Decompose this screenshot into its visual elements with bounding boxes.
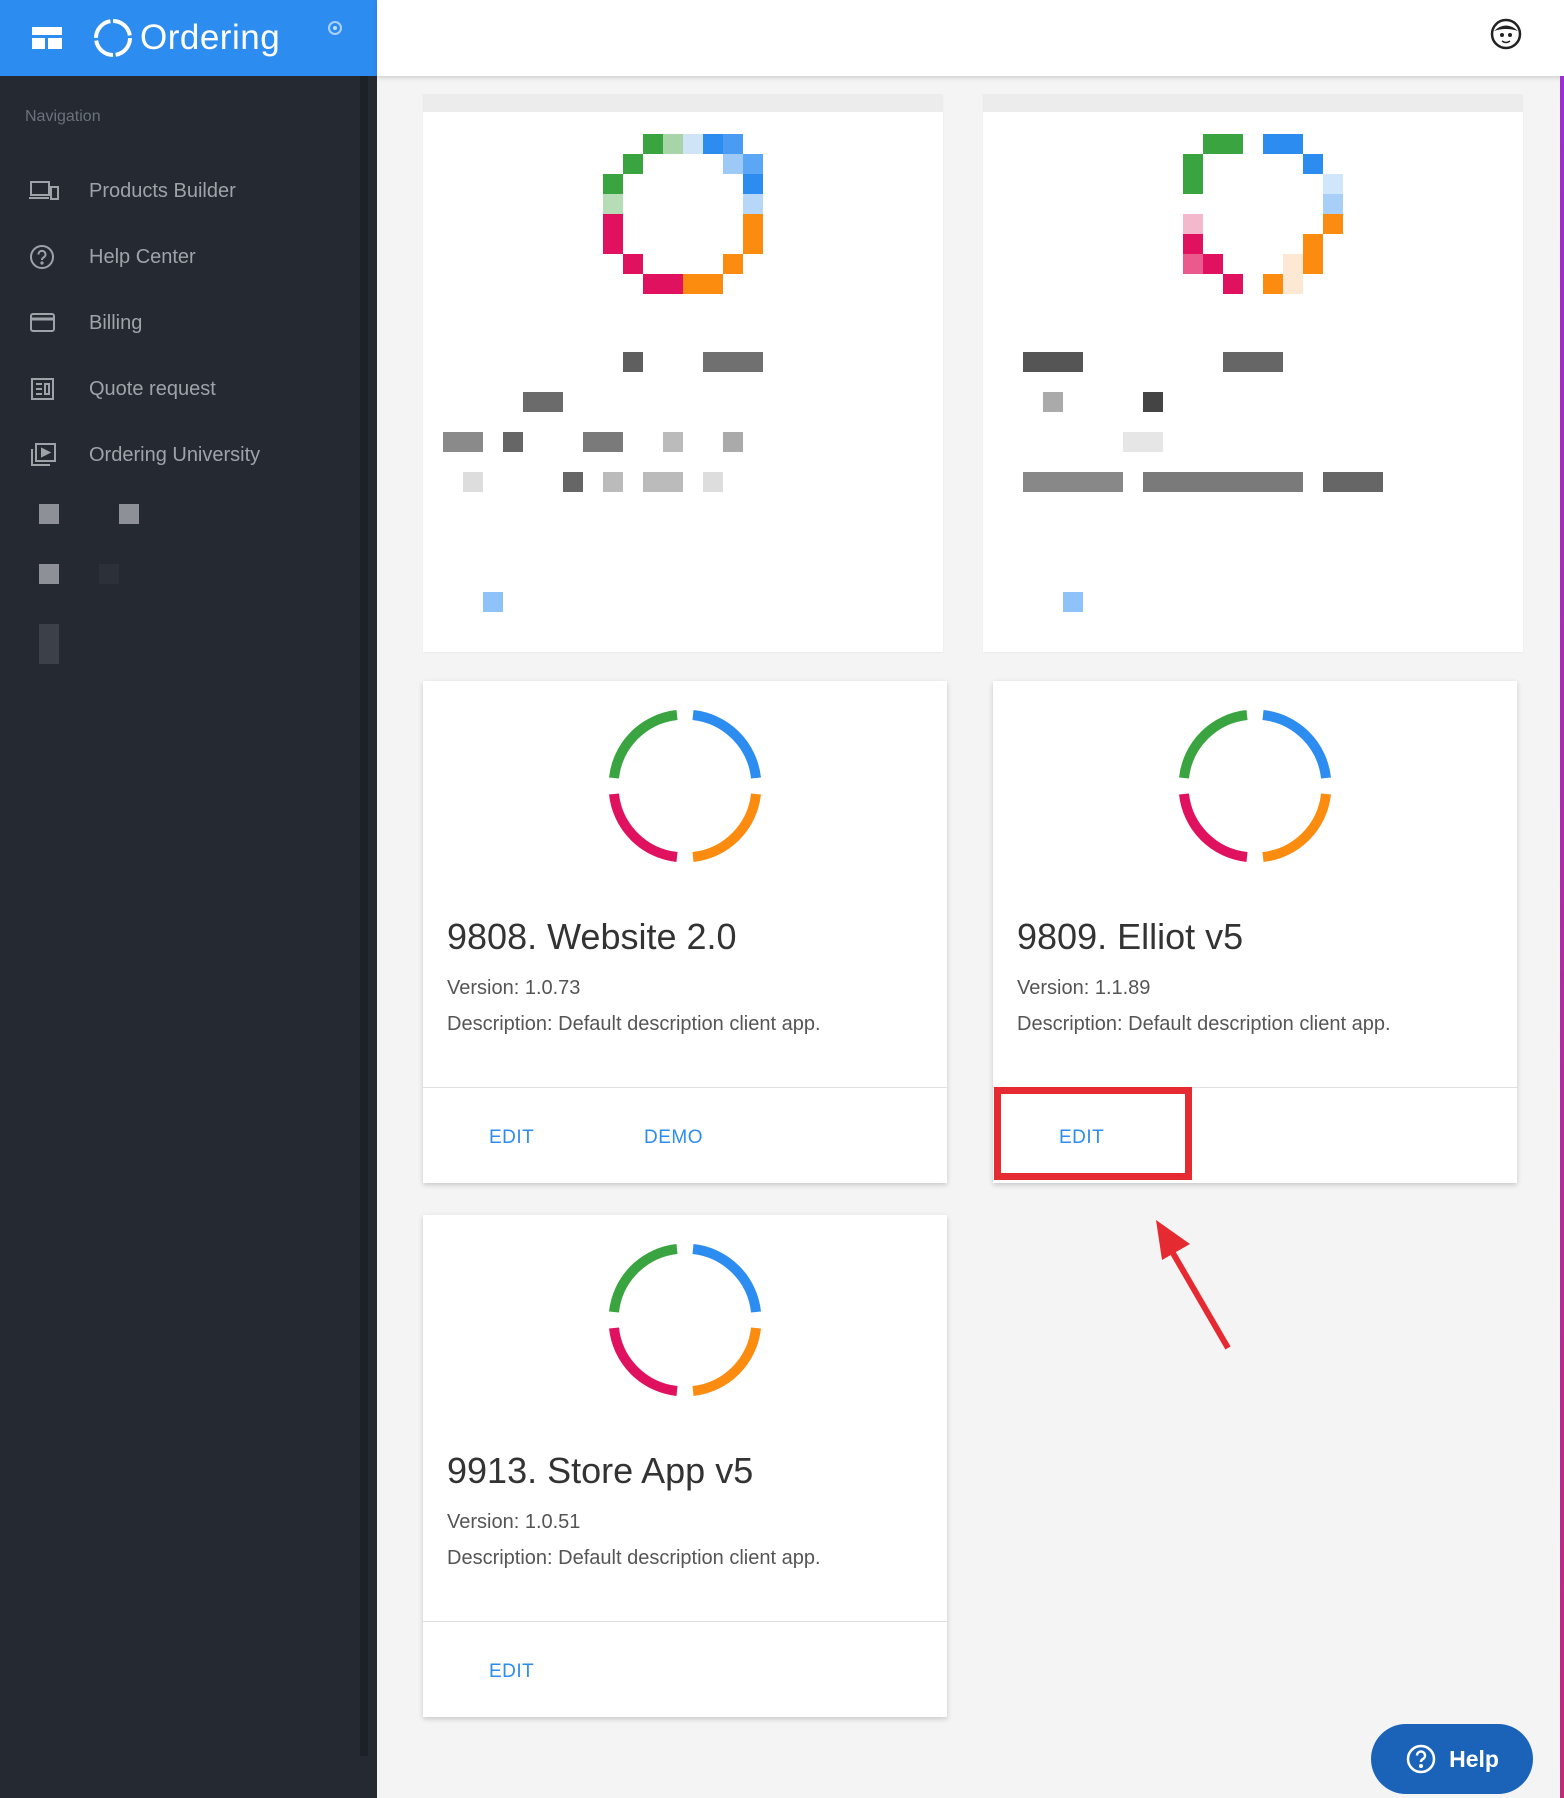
window-edge	[1560, 76, 1564, 1798]
sidebar-scrollbar[interactable]	[360, 76, 368, 1756]
devices-icon	[29, 181, 59, 200]
video-library-icon	[31, 443, 56, 466]
edit-button[interactable]: EDIT	[489, 1127, 534, 1149]
topbar	[377, 0, 1564, 76]
sidebar-item-label: Billing	[89, 311, 143, 334]
redacted-block	[39, 564, 59, 584]
app-title: 9808. Website 2.0	[447, 916, 737, 957]
help-button-label: Help	[1449, 1745, 1499, 1772]
redacted-block	[39, 624, 59, 664]
ordering-app-logo-icon	[609, 710, 761, 862]
redacted-app-card	[423, 94, 943, 652]
nav-heading: Navigation	[25, 108, 101, 125]
help-circle-icon	[30, 245, 54, 269]
pixelated-logo-icon	[1183, 134, 1343, 294]
app-description: Description: Default description client …	[1017, 1013, 1391, 1035]
app-description: Description: Default description client …	[447, 1013, 821, 1035]
app-description: Description: Default description client …	[447, 1547, 821, 1569]
edit-button[interactable]: EDIT	[489, 1661, 534, 1683]
brand-bar: Ordering	[0, 0, 377, 76]
ordering-app-logo-icon	[1179, 710, 1331, 862]
app-title: 9913. Store App v5	[447, 1450, 754, 1491]
redacted-app-card	[983, 94, 1523, 652]
dashboard-icon[interactable]	[32, 27, 62, 49]
status-dot-icon	[328, 21, 342, 35]
redacted-block	[99, 564, 119, 584]
sidebar-item-quote-request[interactable]: Quote request	[0, 356, 377, 422]
sidebar-item-help-center[interactable]: Help Center	[0, 224, 377, 290]
ordering-app-logo-icon	[609, 1244, 761, 1396]
app-title: 9809. Elliot v5	[1017, 916, 1244, 957]
help-button[interactable]: Help	[1371, 1724, 1533, 1794]
sidebar-item-label: Quote request	[89, 377, 216, 400]
pixelated-logo-icon	[603, 134, 763, 294]
receipt-icon	[31, 378, 54, 400]
ordering-logo-icon	[94, 19, 132, 57]
sidebar-item-label: Products Builder	[89, 179, 236, 202]
redacted-block	[39, 504, 59, 524]
user-avatar-icon[interactable]	[1490, 18, 1522, 50]
app-version: Version: 1.1.89	[1017, 977, 1151, 999]
sidebar-item-products-builder[interactable]: Products Builder	[0, 158, 377, 224]
sidebar-item-ordering-university[interactable]: Ordering University	[0, 422, 377, 488]
help-circle-icon	[1406, 1744, 1436, 1774]
credit-card-icon	[30, 313, 55, 332]
brand-name: Ordering	[140, 18, 281, 57]
divider	[423, 1087, 947, 1088]
divider	[423, 1621, 947, 1622]
sidebar: Ordering Navigation Products Builder Hel…	[0, 0, 377, 1798]
app-card: 9913. Store App v5 Version: 1.0.51 Descr…	[423, 1215, 947, 1717]
app-version: Version: 1.0.51	[447, 1511, 581, 1533]
app-version: Version: 1.0.73	[447, 977, 581, 999]
annotation-arrow-icon	[1156, 1220, 1231, 1350]
sidebar-item-label: Ordering University	[89, 443, 261, 466]
demo-button[interactable]: DEMO	[644, 1127, 703, 1149]
redacted-block	[119, 504, 139, 524]
app-card: 9808. Website 2.0 Version: 1.0.73 Descri…	[423, 681, 947, 1183]
sidebar-item-label: Help Center	[89, 245, 196, 268]
sidebar-item-billing[interactable]: Billing	[0, 290, 377, 356]
annotation-highlight-box	[994, 1087, 1192, 1180]
